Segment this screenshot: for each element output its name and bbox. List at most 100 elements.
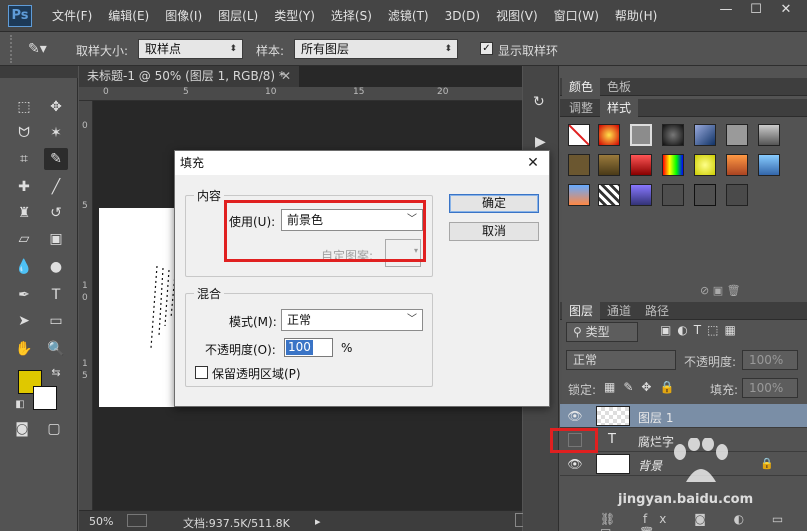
style-none-icon[interactable]	[568, 124, 590, 146]
fill-label: 填充:	[710, 383, 739, 397]
blur-tool-icon[interactable]: 💧	[12, 256, 36, 278]
close-icon[interactable]: ✕	[523, 153, 543, 173]
style-swatch[interactable]	[726, 124, 748, 146]
layer-opacity-input[interactable]: 100%	[742, 350, 798, 370]
opacity-value: 100	[286, 340, 313, 355]
crop-tool-icon[interactable]: ⌗	[12, 148, 36, 170]
show-ring-checkbox[interactable]: ✓	[480, 42, 493, 55]
menu-view[interactable]: 视图(V)	[488, 0, 546, 32]
type-tool-icon[interactable]: T	[44, 284, 68, 306]
layer-thumbnail	[596, 406, 630, 426]
quick-mask-icon[interactable]: ◙	[10, 418, 34, 440]
style-swatch[interactable]	[758, 154, 780, 176]
tab-color[interactable]: 颜色	[562, 78, 601, 96]
lasso-tool-icon[interactable]: ᗢ	[12, 122, 36, 144]
style-swatch[interactable]	[662, 184, 684, 206]
sample-size-select[interactable]: 取样点 ⬍	[138, 39, 243, 59]
screen-mode-icon[interactable]: ▢	[42, 418, 66, 440]
style-swatch[interactable]	[598, 154, 620, 176]
zoom-tool-icon[interactable]: 🔍	[44, 338, 68, 360]
menu-file[interactable]: 文件(F)	[44, 0, 100, 32]
lock-icons[interactable]: ▦✎✥🔒	[604, 380, 682, 394]
menu-type[interactable]: 类型(Y)	[266, 0, 323, 32]
style-swatch[interactable]	[662, 154, 684, 176]
menu-select[interactable]: 选择(S)	[323, 0, 380, 32]
healing-brush-tool-icon[interactable]: ✚	[12, 176, 36, 198]
eye-icon[interactable]: 👁	[566, 455, 584, 473]
cancel-button[interactable]: 取消	[449, 222, 539, 241]
minimize-icon[interactable]: —	[711, 0, 741, 22]
background-color-swatch[interactable]	[33, 386, 57, 410]
magic-wand-tool-icon[interactable]: ✶	[44, 122, 68, 144]
style-swatch[interactable]	[694, 184, 716, 206]
style-swatch[interactable]	[726, 154, 748, 176]
history-brush-tool-icon[interactable]: ↺	[44, 202, 68, 224]
style-swatch[interactable]	[726, 184, 748, 206]
style-swatch[interactable]	[630, 154, 652, 176]
tab-swatches[interactable]: 色板	[600, 78, 638, 96]
tab-adjustments[interactable]: 调整	[562, 99, 600, 117]
mode-select[interactable]: 正常 ﹀	[281, 309, 423, 331]
pen-tool-icon[interactable]: ✒	[12, 284, 36, 306]
ok-button[interactable]: 确定	[449, 194, 539, 213]
style-swatch[interactable]	[598, 124, 620, 146]
layer-filter-value: 类型	[585, 325, 610, 339]
clone-stamp-tool-icon[interactable]: ♜	[12, 202, 36, 224]
maximize-icon[interactable]: ☐	[741, 0, 771, 22]
path-selection-tool-icon[interactable]: ➤	[12, 310, 36, 332]
preserve-transparency-checkbox[interactable]	[195, 366, 208, 379]
style-swatch[interactable]	[694, 154, 716, 176]
swap-colors-icon[interactable]: ⇆	[44, 362, 68, 384]
layer-filter-icons[interactable]: ▣◐T⬚▦	[660, 323, 742, 337]
marquee-tool-icon[interactable]: ⬚	[12, 96, 36, 118]
sample-select[interactable]: 所有图层 ⬍	[294, 39, 458, 59]
dodge-tool-icon[interactable]: ●	[44, 256, 68, 278]
ruler-tick: 10	[265, 87, 277, 97]
gradient-tool-icon[interactable]: ▣	[44, 228, 68, 250]
actions-play-icon[interactable]: ▶	[535, 134, 546, 150]
layer-filter-select[interactable]: ⚲ 类型	[566, 322, 638, 342]
move-tool-icon[interactable]: ✥	[44, 96, 68, 118]
style-swatch[interactable]	[662, 124, 684, 146]
menu-edit[interactable]: 编辑(E)	[100, 0, 157, 32]
close-tab-icon[interactable]: ✕	[281, 66, 291, 87]
style-swatch[interactable]	[630, 124, 652, 146]
layer-row[interactable]: 👁 图层 1	[560, 404, 807, 428]
eye-icon[interactable]: 👁	[566, 407, 584, 425]
rectangle-tool-icon[interactable]: ▭	[44, 310, 68, 332]
tab-channels[interactable]: 通道	[600, 302, 638, 320]
tab-styles[interactable]: 样式	[600, 99, 639, 117]
default-colors-icon[interactable]: ◧	[8, 394, 32, 416]
tab-paths[interactable]: 路径	[638, 302, 676, 320]
status-menu-icon[interactable]: ▸	[315, 515, 321, 528]
close-icon[interactable]: ✕	[771, 0, 801, 22]
status-icon[interactable]	[127, 514, 147, 527]
menu-window[interactable]: 窗口(W)	[546, 0, 607, 32]
opacity-input[interactable]: 100	[284, 338, 333, 357]
eyedropper-tool-icon[interactable]: ✎	[44, 148, 68, 170]
style-swatch[interactable]	[694, 124, 716, 146]
grip-icon	[10, 35, 18, 63]
style-swatch[interactable]	[568, 184, 590, 206]
style-panel-footer-icons[interactable]: ⊘ ▣ 🗑	[700, 284, 741, 297]
style-swatch[interactable]	[568, 154, 590, 176]
menu-3d[interactable]: 3D(D)	[437, 0, 488, 32]
hand-tool-icon[interactable]: ✋	[12, 338, 36, 360]
blend-mode-select[interactable]: 正常	[566, 350, 676, 370]
style-swatch[interactable]	[630, 184, 652, 206]
menu-help[interactable]: 帮助(H)	[607, 0, 665, 32]
fill-input[interactable]: 100%	[742, 378, 798, 398]
style-swatch[interactable]	[758, 124, 780, 146]
document-tab[interactable]: 未标题-1 @ 50% (图层 1, RGB/8) * ✕	[79, 66, 299, 87]
photoshop-logo: Ps	[8, 5, 32, 27]
brush-tool-icon[interactable]: ╱	[44, 176, 68, 198]
tab-layers[interactable]: 图层	[562, 302, 601, 320]
menu-layer[interactable]: 图层(L)	[210, 0, 266, 32]
eyedropper-preset-icon[interactable]: ✎▾	[28, 41, 47, 57]
eraser-tool-icon[interactable]: ▱	[12, 228, 36, 250]
menu-image[interactable]: 图像(I)	[157, 0, 210, 32]
history-panel-icon[interactable]: ↻	[533, 94, 545, 110]
search-icon: ⚲	[573, 325, 586, 339]
style-swatch[interactable]	[598, 184, 620, 206]
menu-filter[interactable]: 滤镜(T)	[380, 0, 437, 32]
